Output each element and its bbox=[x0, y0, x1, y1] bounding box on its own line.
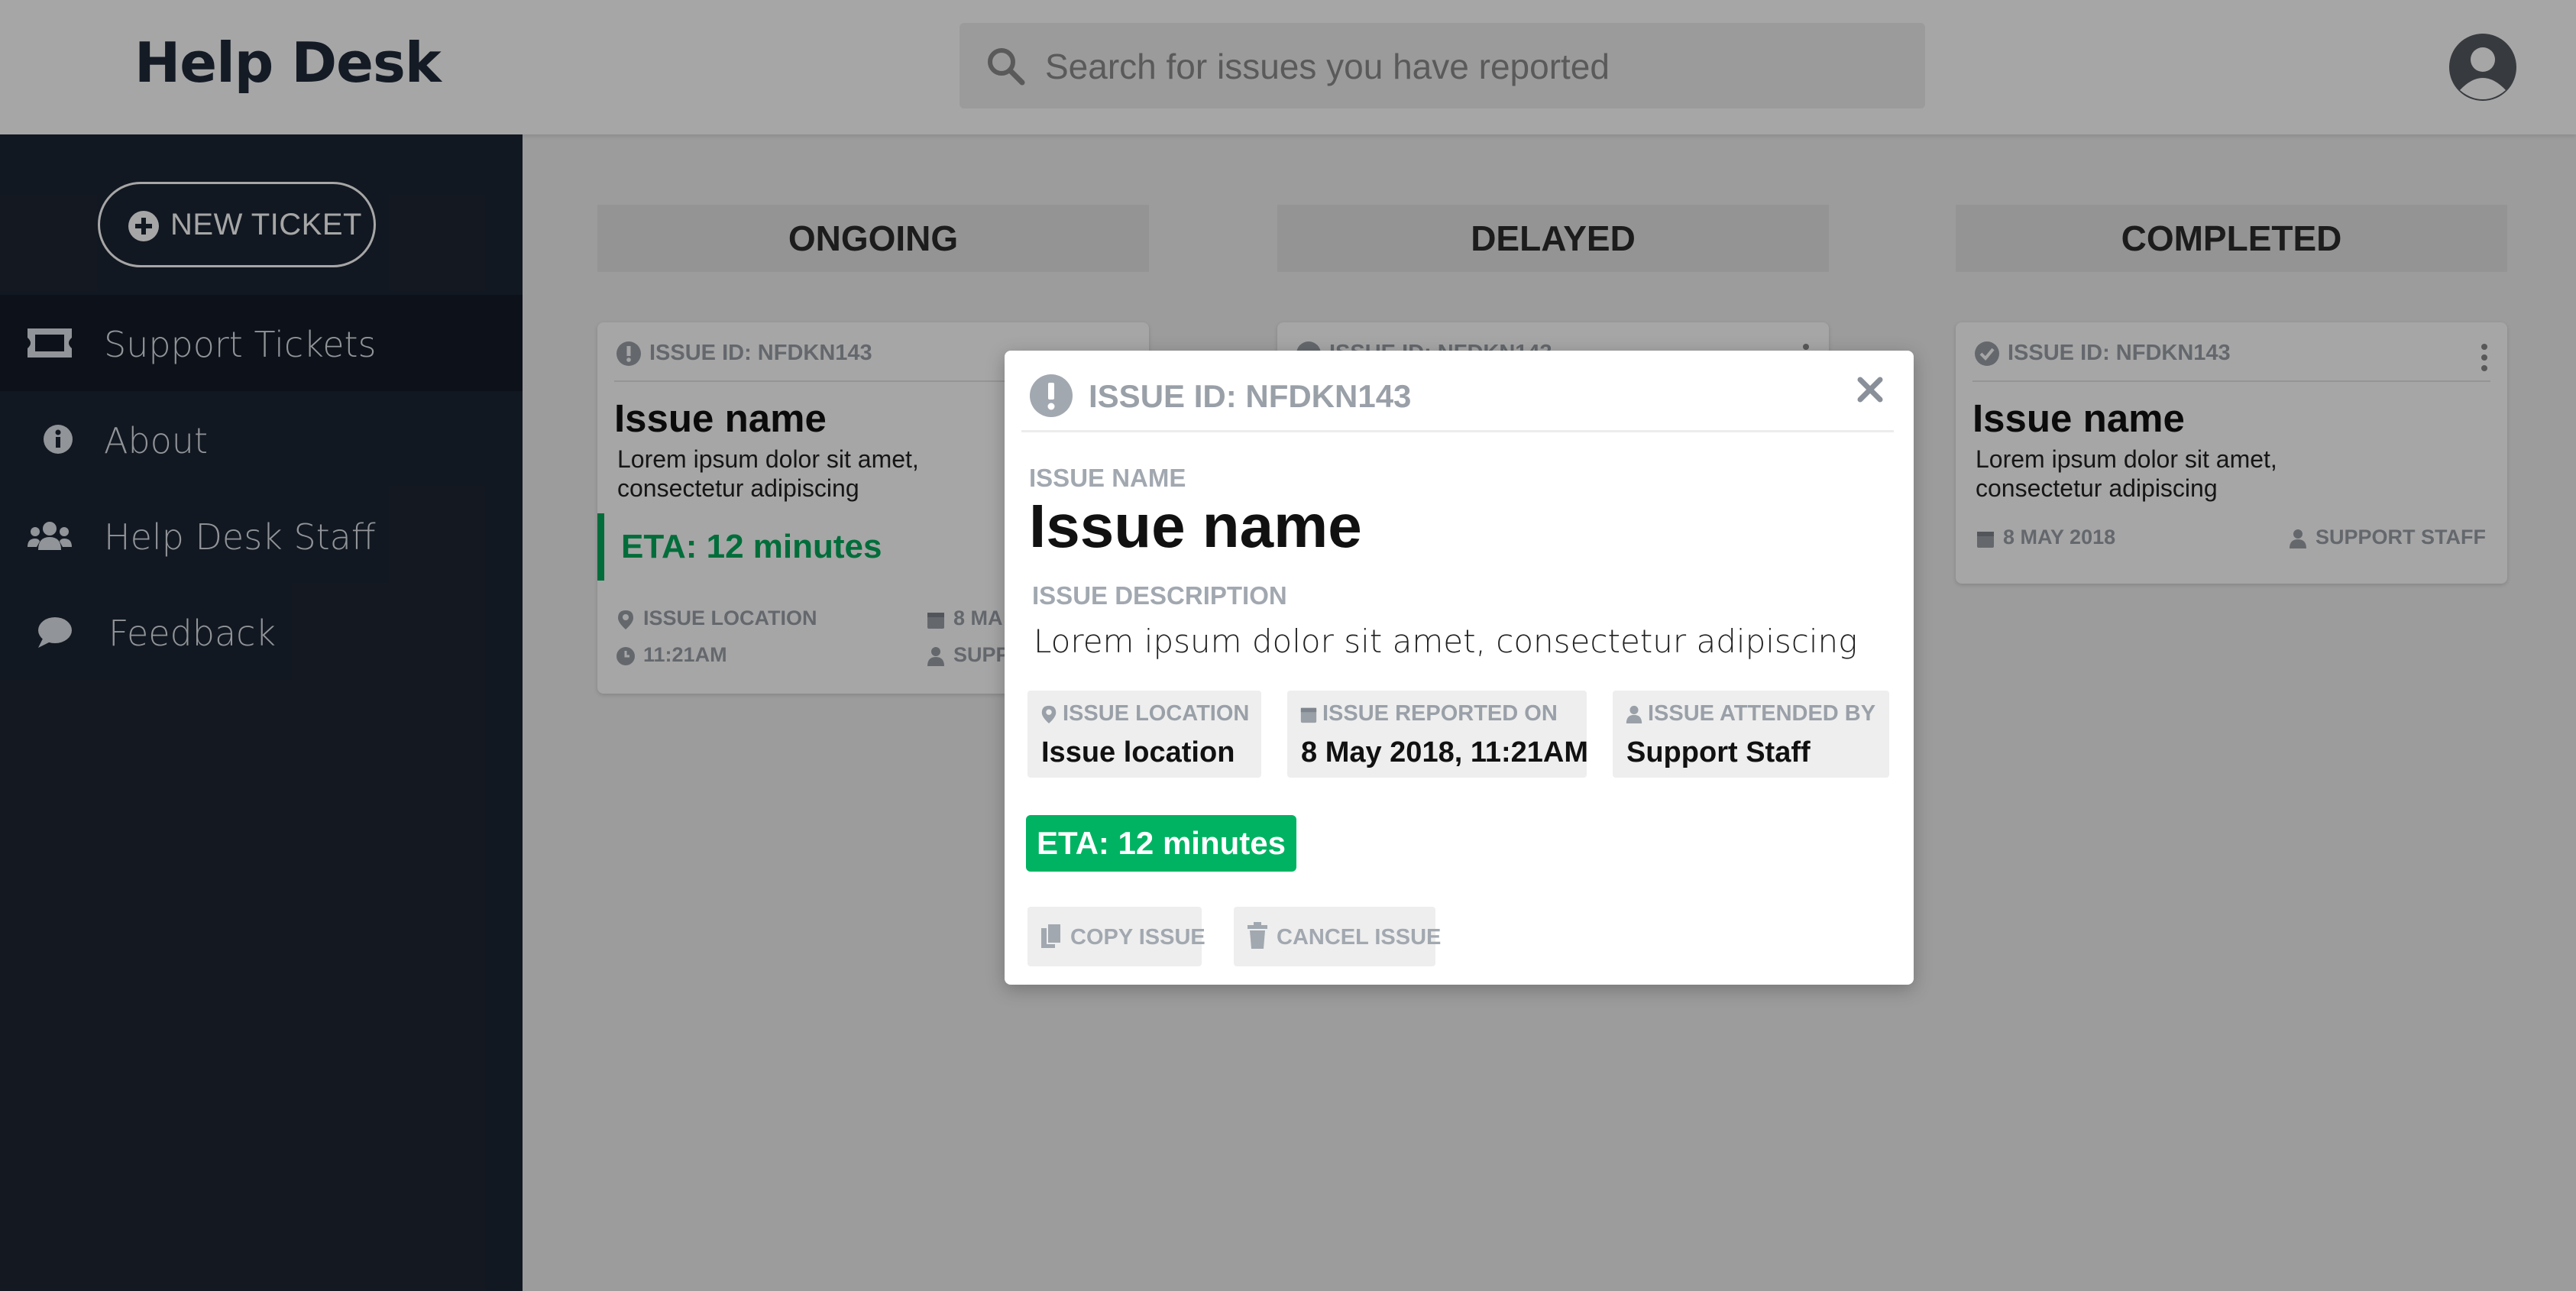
copy-icon bbox=[1041, 923, 1062, 948]
copy-issue-label: COPY ISSUE bbox=[1070, 925, 1205, 950]
cancel-issue-button[interactable]: CANCEL ISSUE bbox=[1234, 907, 1441, 966]
issue-location-box: ISSUE LOCATION Issue location bbox=[1027, 691, 1261, 778]
issue-description-label: ISSUE DESCRIPTION bbox=[1032, 581, 1287, 610]
issue-name-label: ISSUE NAME bbox=[1029, 464, 1186, 492]
alert-circle-icon bbox=[1030, 374, 1073, 417]
issue-name: Issue name bbox=[1029, 492, 1362, 560]
issue-detail-modal: ISSUE ID: NFDKN143 ISSUE NAME Issue name… bbox=[1005, 351, 1914, 985]
map-pin-icon bbox=[1041, 706, 1057, 724]
calendar-icon bbox=[1300, 708, 1317, 723]
issue-location-label: ISSUE LOCATION bbox=[1040, 701, 1249, 726]
trash-icon bbox=[1248, 922, 1267, 949]
issue-location-value: Issue location bbox=[1041, 736, 1235, 768]
issue-attended-label: ISSUE ATTENDED BY bbox=[1625, 701, 1875, 726]
user-icon bbox=[1626, 706, 1642, 724]
issue-attended-value: Support Staff bbox=[1626, 736, 1811, 768]
issue-description: Lorem ipsum dolor sit amet, consectetur … bbox=[1034, 623, 1858, 660]
issue-reported-box: ISSUE REPORTED ON 8 May 2018, 11:21AM bbox=[1287, 691, 1589, 778]
copy-issue-button[interactable]: COPY ISSUE bbox=[1027, 907, 1205, 966]
issue-reported-value: 8 May 2018, 11:21AM bbox=[1301, 736, 1589, 768]
cancel-issue-label: CANCEL ISSUE bbox=[1277, 925, 1442, 950]
eta-badge: ETA: 12 minutes bbox=[1026, 815, 1296, 872]
modal-issue-id: ISSUE ID: NFDKN143 bbox=[1089, 378, 1412, 414]
issue-attended-box: ISSUE ATTENDED BY Support Staff bbox=[1613, 691, 1889, 778]
close-icon[interactable] bbox=[1857, 377, 1883, 403]
modal-divider bbox=[1021, 430, 1894, 432]
issue-reported-label: ISSUE REPORTED ON bbox=[1299, 701, 1558, 726]
